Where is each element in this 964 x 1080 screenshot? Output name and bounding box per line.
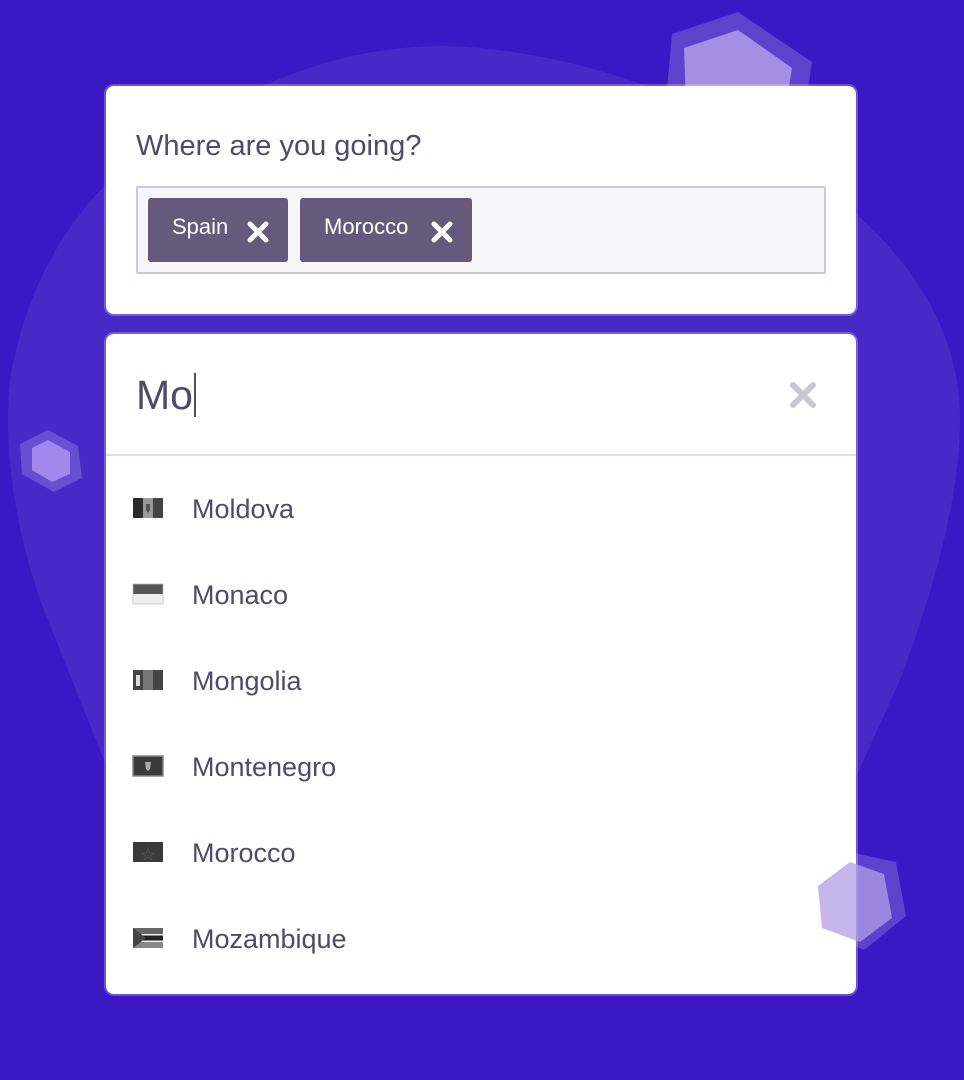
mozambique-flag-icon [133, 928, 163, 948]
list-item[interactable]: Monaco [106, 554, 856, 640]
monaco-flag-icon [132, 583, 164, 605]
text-caret [193, 373, 196, 417]
tag-spain: Spain [148, 198, 288, 262]
tag-morocco: Morocco [300, 198, 472, 262]
destination-card: Where are you going? Spain Morocco [106, 86, 856, 314]
country-name: Mozambique [192, 924, 347, 954]
tag-label: Spain [172, 214, 229, 239]
search-text: Mo [136, 372, 193, 418]
list-item[interactable]: Morocco [106, 812, 856, 898]
country-name: Montenegro [192, 752, 337, 782]
country-name: Mongolia [192, 666, 302, 696]
close-icon[interactable] [244, 212, 272, 246]
list-item[interactable]: Mozambique [106, 898, 856, 984]
results-list: Moldova Monaco Mongolia Montenegro Moroc… [106, 468, 856, 984]
list-item[interactable]: Montenegro [106, 726, 856, 812]
country-name: Monaco [192, 580, 289, 610]
destination-question: Where are you going? [136, 130, 422, 162]
mongolia-flag-icon [133, 670, 163, 690]
moldova-flag-icon [133, 498, 163, 518]
close-icon[interactable] [428, 212, 456, 246]
selected-destinations-field[interactable]: Spain Morocco [136, 186, 826, 274]
tag-label: Morocco [324, 214, 409, 239]
montenegro-flag-icon [132, 755, 164, 777]
country-search-card: Mo Moldova Monaco Mongolia Montenegro Mo… [106, 334, 856, 994]
list-item[interactable]: Moldova [106, 468, 856, 554]
list-item[interactable]: Mongolia [106, 640, 856, 726]
search-row: Mo [106, 334, 856, 456]
morocco-flag-icon [133, 842, 163, 862]
country-name: Morocco [192, 838, 296, 868]
close-icon[interactable] [786, 378, 820, 412]
search-input[interactable]: Mo [136, 372, 196, 419]
country-name: Moldova [192, 494, 295, 524]
